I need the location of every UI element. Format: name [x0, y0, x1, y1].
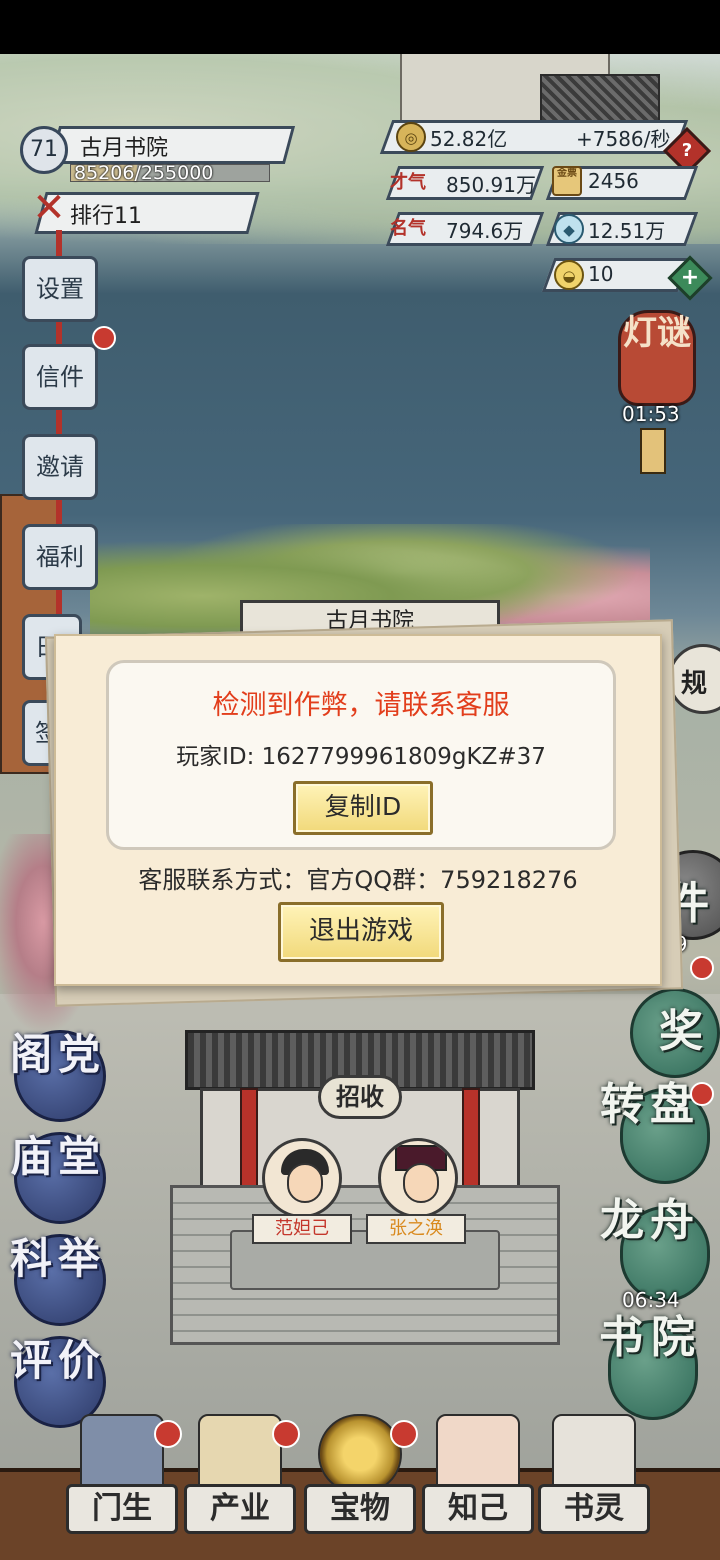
player-id-text: 玩家ID: 1627799961809gKZ#37: [176, 744, 546, 770]
exp-text: 85206/255000: [74, 162, 214, 184]
dialog-message-box: 检测到作弊，请联系客服 玩家ID: 1627799961809gKZ#37 复制…: [106, 660, 616, 850]
player-name: 古月书院: [80, 136, 169, 161]
exit-game-button[interactable]: 退出游戏: [278, 902, 444, 962]
status-bar: [0, 0, 720, 54]
cheat-warning-title: 检测到作弊，请联系客服: [212, 690, 510, 721]
copy-id-button[interactable]: 复制ID: [293, 781, 433, 835]
cheat-warning-dialog: 检测到作弊，请联系客服 玩家ID: 1627799961809gKZ#37 复制…: [54, 634, 662, 986]
level-badge: 71: [20, 126, 68, 174]
support-contact-text: 客服联系方式：官方QQ群：759218276: [138, 866, 578, 894]
